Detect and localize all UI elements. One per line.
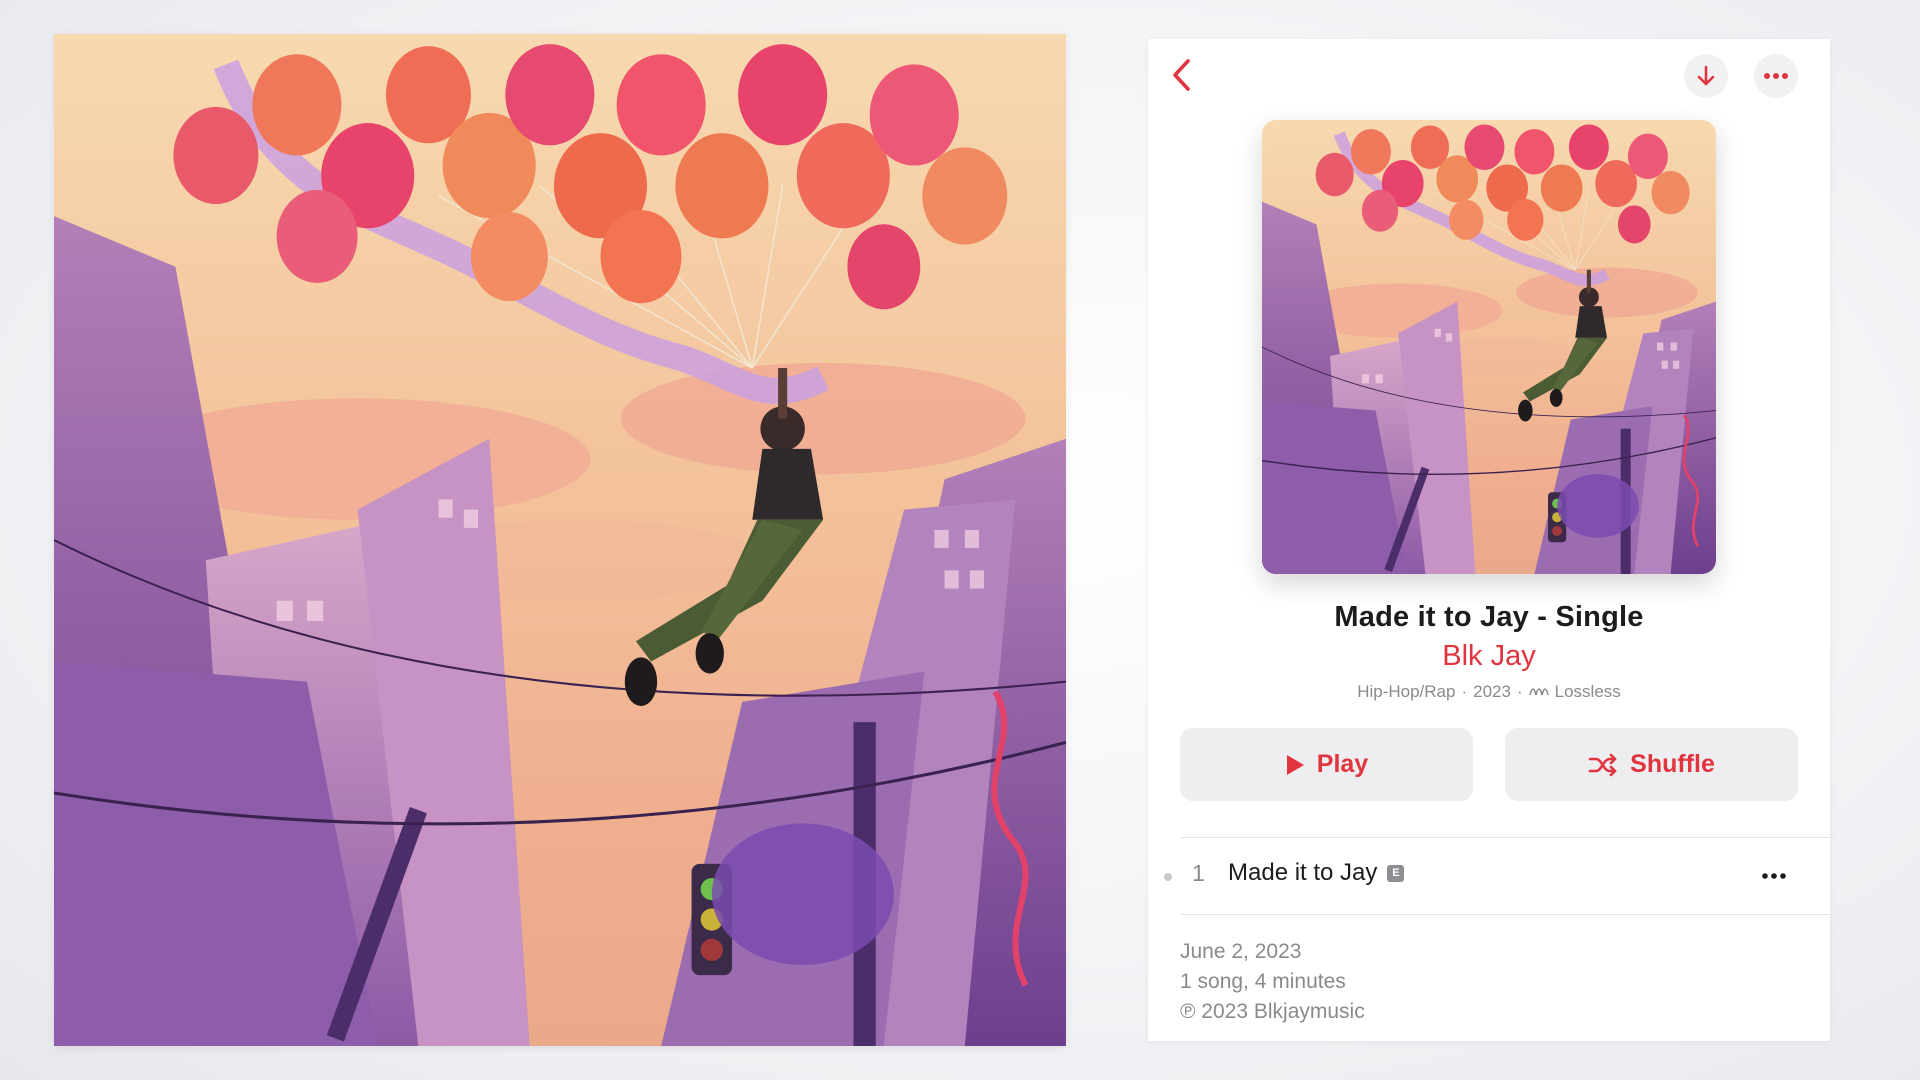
meta-separator: ·: [1516, 682, 1523, 701]
more-options-button[interactable]: [1754, 54, 1798, 98]
track-more-button[interactable]: [1756, 861, 1792, 891]
album-artwork[interactable]: [1262, 120, 1716, 574]
shuffle-button[interactable]: Shuffle: [1505, 728, 1798, 801]
arrow-down-icon: [1697, 65, 1715, 86]
track-title-group: Made it to Jay E: [1228, 859, 1405, 887]
play-label: Play: [1316, 750, 1369, 778]
album-artwork-large: [54, 34, 1066, 1046]
genre-label: Hip-Hop/Rap: [1357, 682, 1456, 701]
track-row[interactable]: 1 Made it to Jay E: [1148, 839, 1830, 913]
play-icon: [1286, 754, 1304, 775]
album-meta: Hip-Hop/Rap · 2023 · Lossless: [1148, 682, 1830, 702]
release-date: June 2, 2023: [1180, 940, 1302, 963]
meta-separator: ·: [1461, 682, 1468, 701]
ellipsis-icon: [1764, 73, 1788, 79]
back-button[interactable]: [1162, 53, 1202, 97]
ellipsis-icon: [1762, 873, 1786, 879]
track-number: 1: [1192, 860, 1205, 886]
chevron-left-icon: [1173, 59, 1190, 91]
divider: [1180, 914, 1830, 915]
album-summary: 1 song, 4 minutes: [1180, 970, 1346, 993]
track-title: Made it to Jay: [1228, 859, 1378, 886]
quality-label: Lossless: [1554, 682, 1621, 701]
artwork-illustration: [54, 34, 1066, 1046]
artist-name[interactable]: Blk Jay: [1148, 640, 1830, 673]
artwork-illustration-small: [1262, 120, 1716, 574]
explicit-badge-icon: E: [1387, 864, 1405, 882]
copyright: ℗ 2023 Blkjaymusic: [1180, 1000, 1365, 1023]
shuffle-icon: [1588, 753, 1617, 776]
year-label: 2023: [1473, 682, 1511, 701]
track-status-dot: [1164, 873, 1172, 881]
divider: [1180, 837, 1830, 838]
download-button[interactable]: [1684, 54, 1728, 98]
play-button[interactable]: Play: [1180, 728, 1473, 801]
album-title: Made it to Jay - Single: [1334, 601, 1644, 633]
shuffle-label: Shuffle: [1630, 750, 1715, 778]
lossless-wave-icon: [1528, 688, 1549, 696]
album-detail-panel: Made it to Jay - Single Blk Jay Hip-Hop/…: [1148, 39, 1830, 1041]
